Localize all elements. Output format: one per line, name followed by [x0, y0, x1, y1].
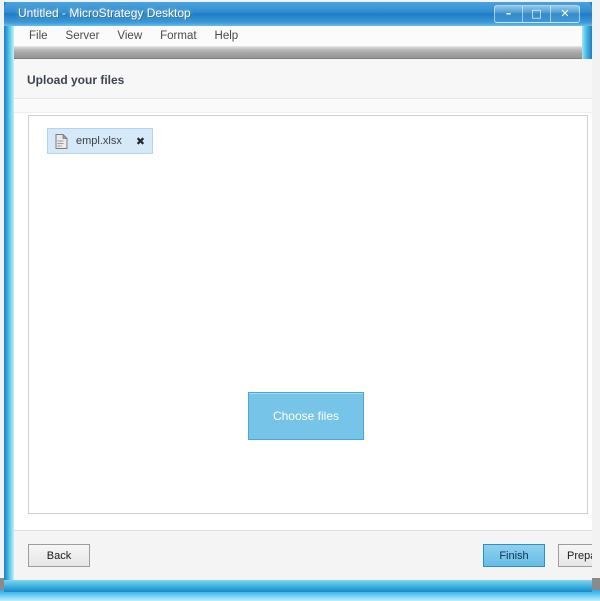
wizard-header: Upload your files	[14, 59, 592, 99]
menu-item-server[interactable]: Server	[57, 28, 109, 44]
window-frame-bottom	[4, 580, 592, 592]
menu-bar: File Server View Format Help	[14, 26, 582, 47]
title-bar[interactable]: Untitled - MicroStrategy Desktop – □ ✕	[4, 2, 592, 26]
minimize-icon: –	[505, 7, 512, 20]
file-chip[interactable]: empl.xlsx ✖	[47, 128, 154, 154]
prepare-data-button-label: Prepa	[567, 549, 592, 562]
wizard-footer: Back Finish Prepa	[14, 530, 592, 580]
maximize-icon: □	[531, 7, 542, 20]
file-icon	[55, 133, 68, 149]
page-title: Upload your files	[27, 73, 125, 87]
menu-item-help[interactable]: Help	[206, 28, 248, 44]
minimize-button[interactable]: –	[494, 5, 522, 23]
file-chip-label: empl.xlsx	[76, 135, 122, 147]
close-button[interactable]: ✕	[550, 5, 580, 23]
menu-item-format[interactable]: Format	[151, 28, 205, 44]
application-window: Untitled - MicroStrategy Desktop – □ ✕ F…	[4, 2, 592, 592]
wizard-client-area: Upload your files empl.xlsx ✖ Choose fil…	[14, 59, 592, 580]
window-title: Untitled - MicroStrategy Desktop	[18, 6, 191, 20]
wizard-subheader-band	[14, 100, 592, 113]
finish-button[interactable]: Finish	[483, 544, 545, 567]
menu-item-file[interactable]: File	[20, 28, 57, 44]
back-button[interactable]: Back	[28, 544, 90, 567]
close-icon: ✕	[560, 7, 570, 20]
choose-files-label: Choose files	[272, 409, 340, 423]
prepare-data-button[interactable]: Prepa	[558, 544, 592, 567]
remove-file-icon[interactable]: ✖	[136, 136, 145, 147]
finish-button-label: Finish	[499, 549, 529, 562]
choose-files-button[interactable]: Choose files	[248, 392, 364, 440]
file-drop-panel[interactable]: empl.xlsx ✖ Choose files	[28, 115, 588, 514]
window-frame-left	[4, 2, 14, 592]
menu-item-view[interactable]: View	[108, 28, 151, 44]
toolbar-strip	[14, 47, 582, 59]
back-button-label: Back	[46, 549, 72, 562]
maximize-button[interactable]: □	[522, 5, 550, 23]
